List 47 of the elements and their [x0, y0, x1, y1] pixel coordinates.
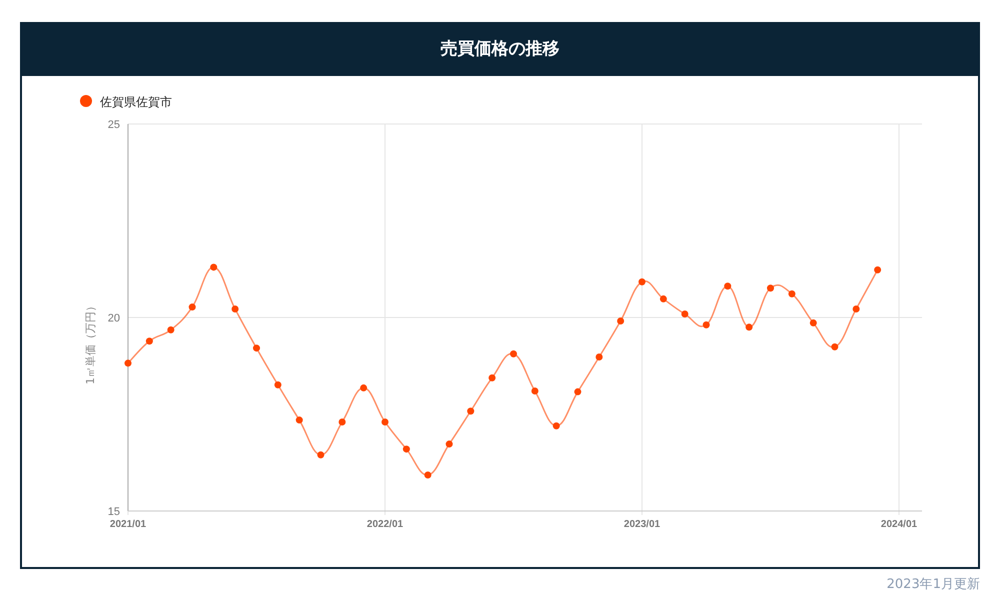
data-point — [552, 422, 560, 430]
data-point — [617, 317, 624, 324]
data-point — [681, 310, 688, 318]
data-point — [146, 338, 153, 345]
data-point — [488, 374, 496, 382]
data-point — [167, 326, 174, 334]
data-point — [188, 304, 196, 311]
card-title: 売買価格の推移 — [440, 38, 560, 62]
data-point — [124, 360, 132, 367]
data-point — [232, 305, 239, 312]
y-tick-label: 20 — [108, 312, 120, 324]
data-point — [724, 282, 732, 290]
data-point — [874, 266, 882, 274]
data-point — [660, 295, 667, 302]
data-point — [338, 418, 346, 426]
data-point — [810, 319, 817, 326]
y-axis-title: 1㎡単価（万円） — [84, 300, 97, 384]
data-point — [424, 472, 432, 478]
y-tick-label: 25 — [108, 119, 120, 131]
data-point — [253, 344, 260, 352]
data-point — [402, 446, 410, 453]
data-point — [446, 440, 453, 448]
data-point — [574, 388, 582, 396]
x-tick-label: 2021/01 — [110, 519, 146, 530]
data-point — [852, 305, 860, 312]
data-point — [467, 408, 474, 415]
data-point — [702, 321, 710, 328]
data-point — [746, 324, 753, 331]
data-point — [360, 384, 368, 392]
data-point — [831, 343, 838, 350]
data-point — [767, 284, 774, 292]
x-tick-label: 2023/01 — [624, 519, 660, 530]
data-point — [788, 290, 796, 298]
data-point — [596, 353, 603, 360]
data-point — [510, 350, 517, 358]
legend-label: 佐賀県佐賀市 — [100, 95, 172, 109]
data-point — [274, 381, 282, 388]
data-point — [638, 278, 646, 286]
data-point — [296, 416, 303, 424]
x-tick-label: 2022/01 — [366, 519, 404, 530]
data-point — [210, 264, 218, 271]
data-point — [382, 418, 388, 426]
update-note: 2023年1月更新 — [886, 576, 980, 594]
x-tick-label: 2024/01 — [880, 519, 918, 530]
y-tick-label: 15 — [108, 506, 120, 518]
data-point — [317, 451, 324, 458]
data-point — [531, 388, 538, 395]
